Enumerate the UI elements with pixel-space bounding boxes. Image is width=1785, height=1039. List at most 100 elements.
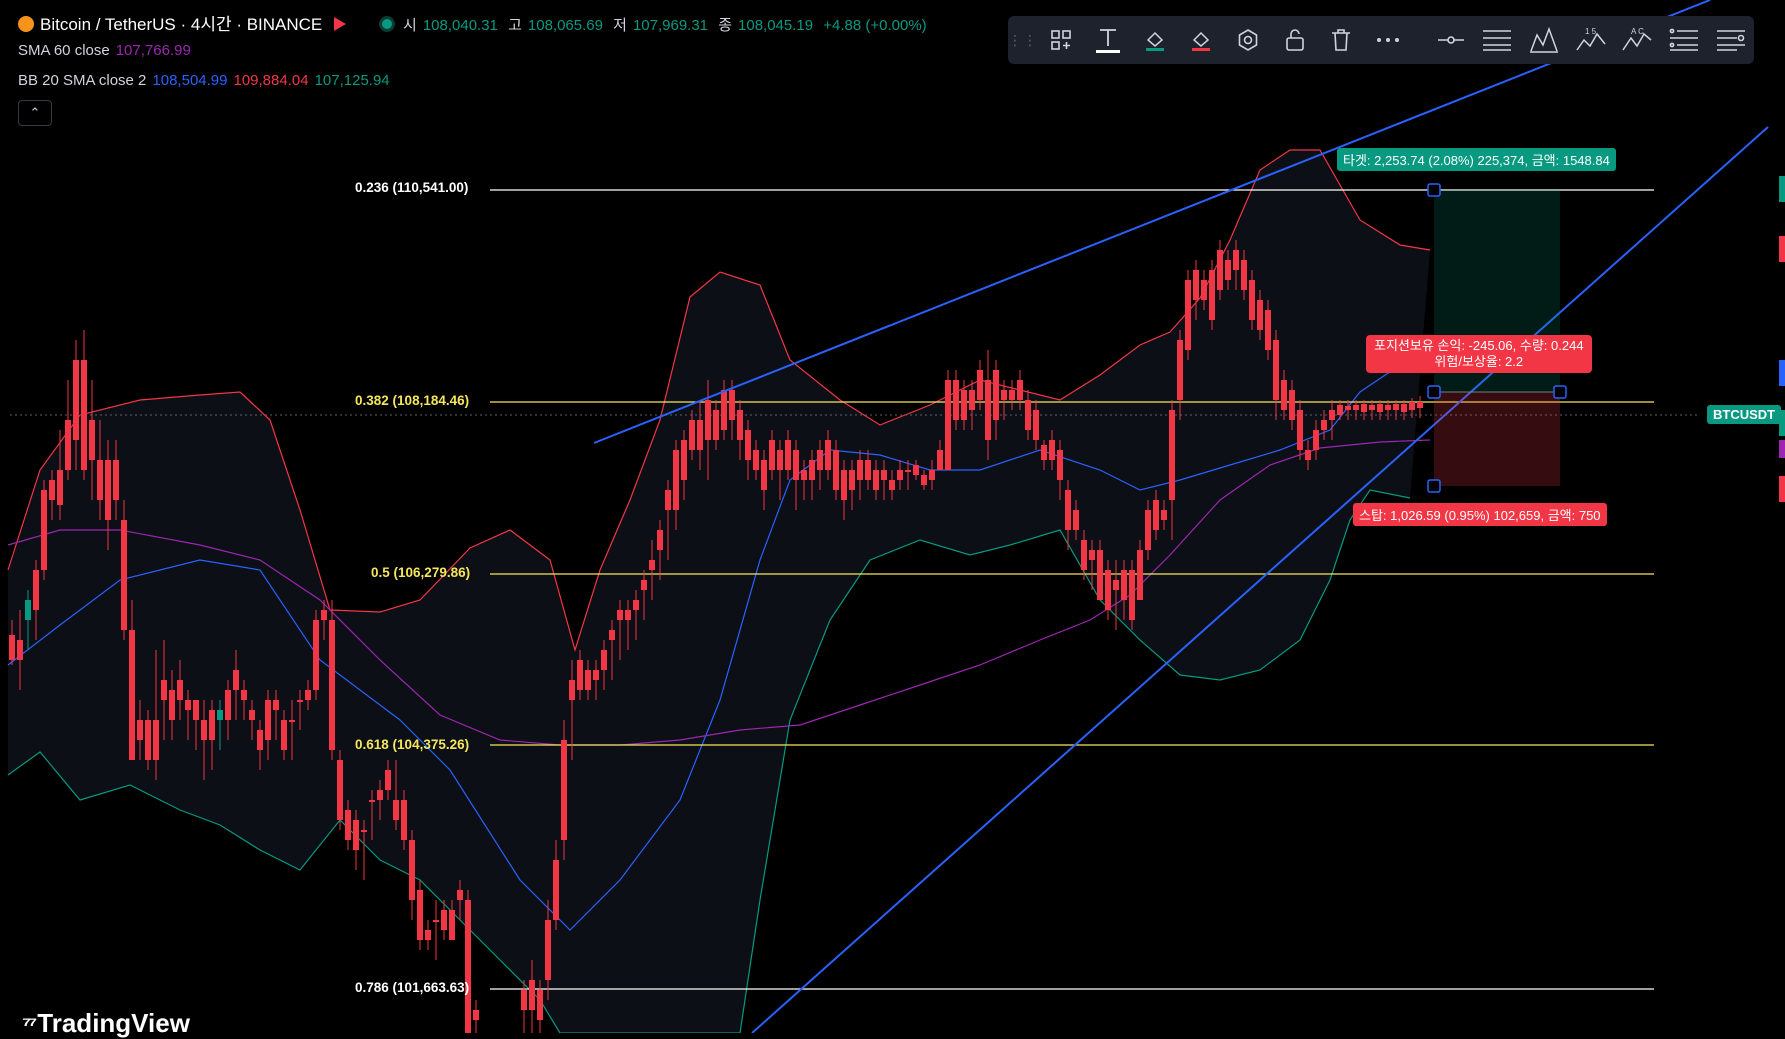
candle-body — [545, 920, 551, 980]
candle-body — [697, 420, 703, 450]
list-settings-icon[interactable] — [1707, 16, 1754, 64]
candle-body — [1345, 406, 1351, 410]
ohlc-open-key: 시 — [403, 17, 417, 34]
drawing-toolbar: ⋮⋮ 1 5 A C — [1008, 16, 1754, 64]
candle-body — [1337, 405, 1343, 415]
candle-body — [1417, 402, 1423, 408]
candle-body — [1169, 410, 1175, 500]
target-label[interactable]: 타겟: 2,253.74 (2.08%) 225,374, 금액: 1548.8… — [1337, 148, 1616, 171]
candle-body — [1401, 404, 1407, 412]
tradingview-logo: ⁷⁷ TradingView — [22, 1008, 190, 1038]
trash-icon[interactable] — [1318, 16, 1365, 64]
candle-body — [329, 620, 335, 750]
candle-body — [1233, 250, 1239, 270]
candle-body — [209, 710, 215, 740]
candle-body — [1393, 404, 1399, 410]
candle-body — [1017, 380, 1023, 400]
legend-collapse-button[interactable]: ⌃ — [18, 100, 52, 126]
candle-body — [225, 690, 231, 720]
pnl-text: 포지션보유 손익: -245.06, 수량: 0.244 — [1374, 338, 1584, 353]
position-pnl-label[interactable]: 포지션보유 손익: -245.06, 수량: 0.244 위험/보상율: 2.2 — [1366, 335, 1592, 373]
text-icon[interactable] — [1085, 16, 1132, 64]
candle-body — [977, 370, 983, 400]
risk-reward-text: 위험/보상율: 2.2 — [1434, 354, 1524, 369]
candle-body — [377, 790, 383, 800]
list-lines-icon[interactable] — [1661, 16, 1708, 64]
flag-icon[interactable] — [334, 17, 347, 31]
wave-ac-icon[interactable]: A C — [1614, 16, 1661, 64]
candle-body — [417, 890, 423, 940]
sma-legend[interactable]: SMA 60 close 107,766.99 — [18, 42, 197, 59]
candle-body — [713, 410, 719, 440]
hamburger-lines-icon[interactable] — [1474, 16, 1521, 64]
stop-label[interactable]: 스탑: 1,026.59 (0.95%) 102,659, 금액: 750 — [1353, 503, 1607, 526]
drag-grip-icon[interactable]: ⋮⋮ — [1008, 16, 1038, 64]
candle-body — [857, 460, 863, 480]
candle-body — [281, 720, 287, 750]
candle-body — [473, 1010, 479, 1020]
candle-body — [865, 460, 871, 480]
candle-body — [1089, 550, 1095, 560]
fib-label-0786: 0.786 (101,663.63) — [355, 980, 470, 995]
candle-body — [257, 730, 263, 750]
position-handle-0 — [1427, 183, 1441, 197]
symbol-title[interactable]: Bitcoin / TetherUS · 4시간 · BINANCE — [40, 15, 322, 34]
more-icon[interactable] — [1365, 16, 1412, 64]
candle-body — [193, 700, 199, 720]
object-tree-icon[interactable] — [1038, 16, 1085, 64]
candle-body — [409, 840, 415, 900]
candle-body — [953, 380, 959, 420]
candle-body — [1249, 280, 1255, 320]
candle-body — [441, 910, 447, 930]
lock-icon[interactable] — [1271, 16, 1318, 64]
bb-upper-value: 109,884.04 — [233, 72, 309, 89]
candle-body — [873, 470, 879, 490]
symbol-legend[interactable]: Bitcoin / TetherUS · 4시간 · BINANCE 시 108,… — [18, 10, 939, 35]
toolbar-separator — [1411, 16, 1427, 64]
candle-body — [737, 410, 743, 440]
candle-body — [1273, 340, 1279, 400]
candle-body — [297, 700, 303, 702]
candle-body — [361, 830, 367, 832]
candle-body — [889, 480, 895, 490]
candle-body — [57, 470, 63, 505]
candle-body — [673, 450, 679, 510]
line-style-icon[interactable] — [1427, 16, 1474, 64]
scale-mark-green-2 — [1779, 410, 1785, 436]
candle-body — [1025, 400, 1031, 430]
candle-body — [569, 680, 575, 700]
candle-body — [809, 460, 815, 480]
line-color-icon[interactable] — [1178, 16, 1225, 64]
wave-ac-label: A C — [1631, 27, 1644, 36]
sma-label: SMA 60 close — [18, 42, 110, 59]
candle-body — [1113, 580, 1119, 590]
candle-body — [1281, 380, 1287, 410]
pattern-icon[interactable] — [1521, 16, 1568, 64]
candle-body — [353, 820, 359, 850]
candle-body — [1121, 570, 1127, 600]
candle-body — [321, 610, 327, 620]
candle-body — [273, 700, 279, 710]
candle-body — [1153, 500, 1159, 530]
stop-zone — [1434, 392, 1560, 486]
bb-legend[interactable]: BB 20 SMA close 2 108,504.99 109,884.04 107… — [18, 72, 396, 89]
candle-body — [1369, 405, 1375, 410]
candle-body — [1385, 405, 1391, 410]
fill-color-icon[interactable] — [1131, 16, 1178, 64]
candle-body — [1081, 540, 1087, 570]
settings-icon[interactable] — [1225, 16, 1272, 64]
wave-15-icon[interactable]: 1 5 — [1567, 16, 1614, 64]
symbol-price-axis-label[interactable]: BTCUSDT — [1707, 405, 1782, 424]
candle-body — [745, 430, 751, 460]
candle-body — [793, 450, 799, 480]
chevron-up-icon: ⌃ — [29, 105, 41, 120]
candle-body — [625, 610, 631, 620]
candle-body — [17, 640, 23, 660]
candle-body — [1041, 445, 1047, 460]
candle-body — [665, 490, 671, 510]
candle-body — [1377, 404, 1383, 412]
fib-label-0236: 0.236 (110,541.00) — [355, 180, 469, 195]
candle-body — [1161, 510, 1167, 520]
candle-body — [537, 990, 543, 1020]
candle-body — [241, 690, 247, 700]
